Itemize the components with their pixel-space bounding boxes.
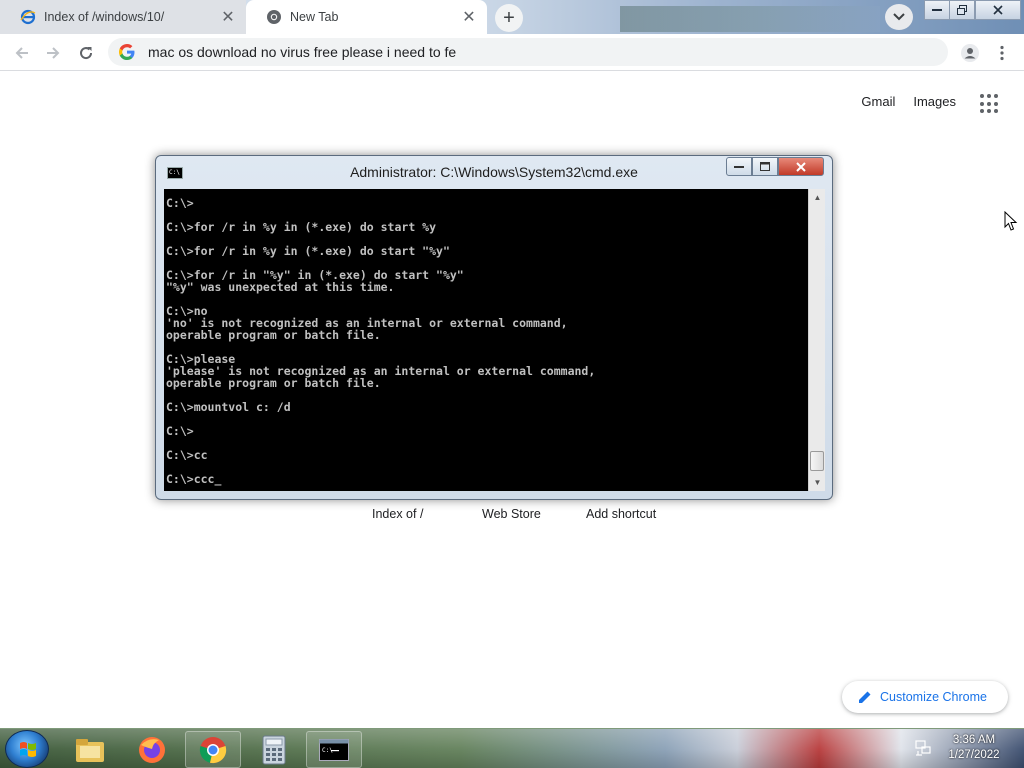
minimize-button[interactable] bbox=[924, 0, 950, 20]
omnibox[interactable] bbox=[108, 38, 948, 66]
close-tab-icon[interactable]: ✕ bbox=[459, 7, 479, 27]
tab-title: New Tab bbox=[290, 10, 339, 24]
cmd-close-button[interactable] bbox=[778, 157, 824, 176]
cmd-line bbox=[166, 293, 808, 305]
cmd-line: C:\>ccc_ bbox=[166, 472, 222, 486]
scroll-down-arrow-icon[interactable]: ▼ bbox=[809, 474, 826, 491]
cmd-line: operable program or batch file. bbox=[166, 376, 381, 390]
cmd-output: C:\> C:\>for /r in %y in (*.exe) do star… bbox=[164, 189, 808, 485]
ie-icon bbox=[20, 9, 36, 25]
new-tab-button[interactable]: + bbox=[495, 4, 523, 32]
chrome-icon bbox=[266, 9, 282, 25]
cmd-line: operable program or batch file. bbox=[166, 328, 381, 342]
images-link[interactable]: Images bbox=[913, 94, 956, 109]
close-window-button[interactable] bbox=[975, 0, 1021, 20]
cmd-console[interactable]: C:\> C:\>for /r in %y in (*.exe) do star… bbox=[164, 189, 808, 491]
reload-icon bbox=[80, 47, 93, 60]
arrow-left-icon bbox=[15, 47, 28, 59]
profile-icon bbox=[961, 44, 979, 62]
google-g-icon bbox=[119, 44, 135, 60]
network-icon[interactable] bbox=[914, 739, 932, 757]
start-button[interactable] bbox=[5, 730, 49, 768]
tab-new-tab[interactable]: New Tab ✕ bbox=[246, 0, 487, 34]
shortcut-index-of[interactable]: Index of / bbox=[372, 507, 423, 521]
calculator-icon bbox=[262, 735, 286, 764]
cmd-line: C:\> bbox=[166, 424, 194, 438]
cmd-maximize-button[interactable] bbox=[752, 157, 778, 176]
back-button[interactable] bbox=[9, 40, 35, 66]
cmd-scrollbar[interactable]: ▲ ▼ bbox=[808, 189, 825, 491]
taskbar-firefox[interactable] bbox=[124, 731, 180, 768]
cmd-minimize-button[interactable] bbox=[726, 157, 752, 176]
arrow-right-icon bbox=[47, 47, 60, 59]
taskbar-cmd[interactable]: C:\ bbox=[306, 731, 362, 768]
taskbar-explorer[interactable] bbox=[62, 731, 118, 768]
shortcut-web-store[interactable]: Web Store bbox=[482, 507, 541, 521]
tab-title: Index of /windows/10/ bbox=[44, 10, 165, 24]
cmd-line: C:\>for /r in %y in (*.exe) do start "%y… bbox=[166, 244, 450, 258]
cmd-icon: C:\ bbox=[319, 738, 349, 761]
desktop-background-strip bbox=[620, 6, 880, 32]
reload-button[interactable] bbox=[73, 40, 99, 66]
cmd-line: "%y" was unexpected at this time. bbox=[166, 280, 395, 294]
cmd-line bbox=[166, 413, 808, 425]
windows-explorer-icon bbox=[76, 738, 104, 762]
tab-search-button[interactable] bbox=[885, 4, 913, 30]
firefox-icon bbox=[139, 736, 165, 763]
cmd-line bbox=[166, 341, 808, 353]
cmd-line: C:\>cc bbox=[166, 448, 208, 462]
shortcut-add[interactable]: Add shortcut bbox=[586, 507, 656, 521]
restore-button[interactable] bbox=[949, 0, 975, 20]
clock-time: 3:36 AM bbox=[952, 734, 996, 746]
browser-toolbar bbox=[0, 34, 1024, 71]
cmd-line bbox=[166, 437, 808, 449]
tab-index-of-windows[interactable]: Index of /windows/10/ ✕ bbox=[0, 0, 246, 34]
close-tab-icon[interactable]: ✕ bbox=[218, 7, 238, 27]
taskbar-calculator[interactable] bbox=[246, 731, 302, 768]
tab-strip: Index of /windows/10/ ✕ New Tab ✕ + bbox=[0, 0, 1024, 34]
taskbar-clock[interactable]: 3:36 AM 1/27/2022 bbox=[944, 733, 1004, 763]
ntp-shortcuts: Index of / Web Store Add shortcut bbox=[0, 507, 1024, 527]
profile-button[interactable] bbox=[957, 40, 983, 66]
customize-chrome-button[interactable]: Customize Chrome bbox=[842, 681, 1008, 713]
windows-logo-icon bbox=[20, 742, 36, 757]
gmail-link[interactable]: Gmail bbox=[861, 94, 895, 109]
cmd-title-bar[interactable]: C:\ Administrator: C:\Windows\System32\c… bbox=[156, 156, 832, 188]
pencil-icon bbox=[859, 691, 871, 703]
customize-chrome-label: Customize Chrome bbox=[880, 690, 987, 704]
cmd-line: C:\>mountvol c: /d bbox=[166, 400, 291, 414]
mouse-cursor-icon bbox=[1004, 211, 1018, 231]
chevron-down-icon bbox=[893, 13, 905, 21]
forward-button[interactable] bbox=[40, 40, 66, 66]
cmd-line: C:\>for /r in %y in (*.exe) do start %y bbox=[166, 220, 437, 234]
cmd-line: C:\> bbox=[166, 196, 194, 210]
menu-button[interactable] bbox=[989, 40, 1015, 66]
cmd-line bbox=[166, 461, 808, 473]
kebab-menu-icon bbox=[1000, 45, 1004, 61]
scroll-up-arrow-icon[interactable]: ▲ bbox=[809, 189, 826, 206]
cmd-window[interactable]: C:\ Administrator: C:\Windows\System32\c… bbox=[155, 155, 833, 500]
taskbar: C:\ 3:36 AM 1/27/2022 bbox=[0, 728, 1024, 768]
ntp-header-links: Gmail Images bbox=[861, 94, 956, 109]
omnibox-input[interactable] bbox=[148, 44, 928, 60]
scroll-thumb[interactable] bbox=[810, 451, 824, 471]
taskbar-chrome[interactable] bbox=[185, 731, 241, 768]
clock-date: 1/27/2022 bbox=[948, 749, 1000, 761]
apps-launcher-icon[interactable] bbox=[980, 94, 1000, 114]
chrome-icon bbox=[199, 736, 227, 763]
